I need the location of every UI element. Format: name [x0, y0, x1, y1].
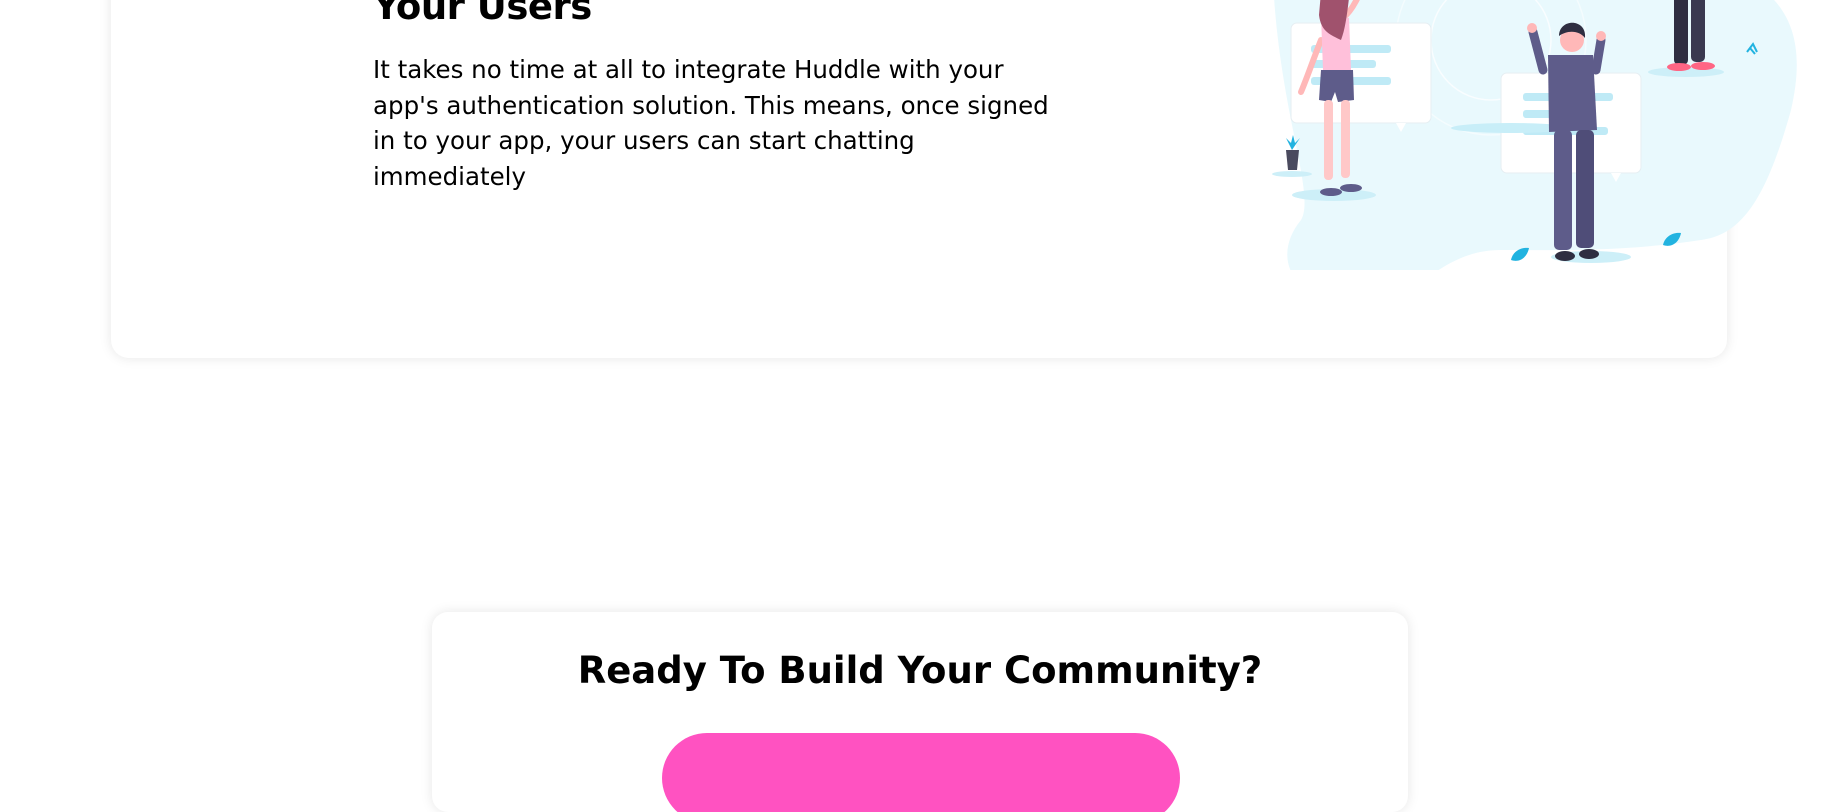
cta-card: Ready To Build Your Community? — [432, 612, 1408, 812]
feature-card: Your Users It takes no time at all to in… — [111, 0, 1797, 358]
users-chatting-illustration — [1272, 0, 1797, 270]
chat-bubble-left — [1290, 22, 1432, 132]
get-started-button[interactable] — [662, 733, 1180, 812]
cta-title: Ready To Build Your Community? — [577, 649, 1263, 692]
feature-title: Your Users — [373, 0, 592, 28]
feature-description: It takes no time at all to integrate Hud… — [373, 55, 1049, 191]
